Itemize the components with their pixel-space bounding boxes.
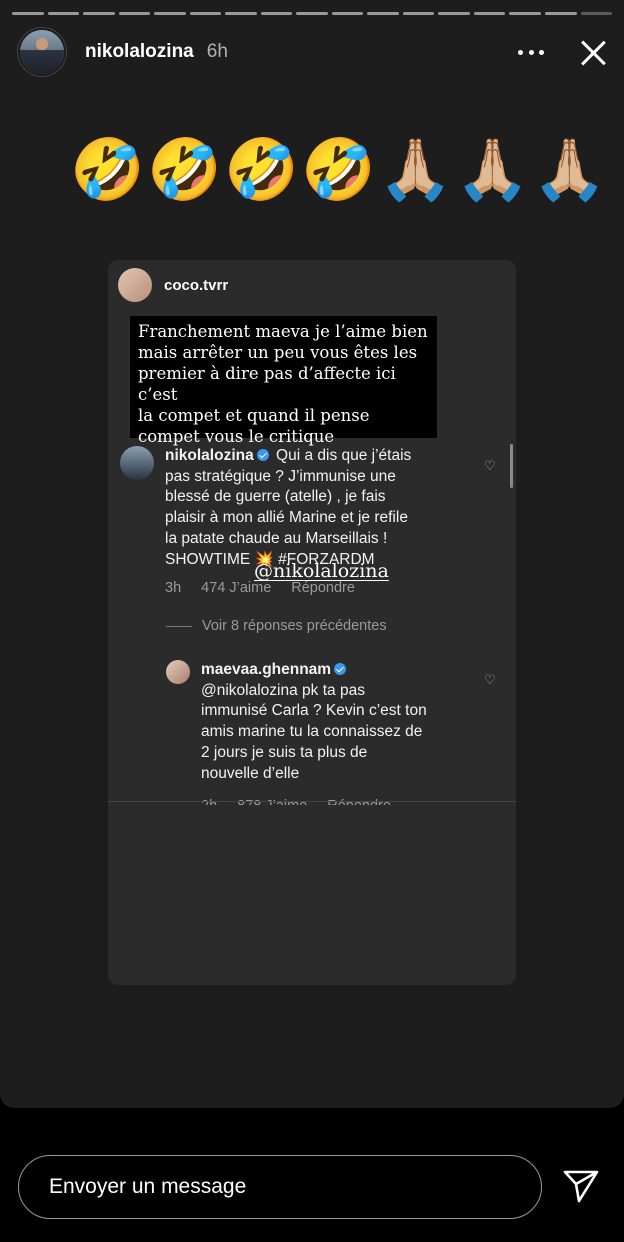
progress-segment [473,12,506,15]
send-icon[interactable] [563,1170,599,1204]
progress-segment [47,12,80,15]
comment-line: @nikolalozina pk ta pas [201,681,365,699]
progress-segment [83,12,115,15]
quote-line: mais arrêter un peu vous êtes les [138,343,418,362]
emoji-sticker-row: 🤣 🤣 🤣 🤣 🙏🏼 🙏🏼 🙏🏼 [70,136,607,203]
quote-text-block: Franchement maeva je l’aime bien mais ar… [130,316,437,446]
progress-segment [154,12,186,15]
comment-line: blessé de guerre (atelle) , je fais [165,488,386,506]
scrollbar [510,444,513,488]
progress-segment [544,12,577,15]
heart-icon: ♡ [484,672,496,687]
quote-line: la compet et quand il pense [138,406,370,425]
rofl-emoji: 🤣 [301,136,376,203]
progress-segment [580,12,613,15]
divider [108,801,516,802]
comment-line: la patate chaude au Marseillais ! [165,529,388,547]
story-frame: nikolalozina 6h 🤣 🤣 🤣 🤣 🙏🏼 🙏🏼 🙏🏼 coco.tv… [0,0,624,1108]
view-previous-replies: Voir 8 réponses précédentes [166,618,387,634]
avatar [120,446,154,480]
comment-line: 2 jours je suis ta plus de [201,743,368,761]
story-header: nikolalozina 6h [18,28,608,76]
comment-line: Qui a dis que j’étais [276,447,412,464]
progress-segment [260,12,293,15]
comment-line: amis marine tu la connaissez de [201,723,423,741]
progress-segment [438,12,470,15]
quote-line: Franchement maeva je l’aime bien [138,322,428,341]
quote-line: premier à dire pas d’affecte ici c’est [138,364,396,404]
folded-hands-emoji: 🙏🏼 [455,136,530,203]
comment-line: nouvelle d’elle [201,764,300,782]
comment-username: maevaa.ghennam [201,661,332,678]
verified-badge-icon [256,449,269,461]
shared-screenshot: coco.tvrr Franchement maeva je l’aime bi… [108,260,516,985]
rofl-emoji: 🤣 [70,136,145,203]
comment-maevaa: maevaa.ghennam @nikolalozina pk ta pas i… [166,660,498,805]
verified-badge-icon [334,663,347,675]
comment-line: plaisir à mon allié Marine et je refile [165,509,408,527]
folded-hands-emoji: 🙏🏼 [532,136,607,203]
view-replies-label: Voir 8 réponses précédentes [202,618,387,634]
avatar[interactable] [18,28,66,76]
progress-segment [509,12,541,15]
rofl-emoji: 🤣 [224,136,299,203]
story-progress-bar [12,12,613,15]
message-input[interactable]: Envoyer un message [18,1155,542,1219]
comment-line: immunisé Carla ? Kevin c’est ton [201,702,427,720]
comment-first-line: maevaa.ghennam [201,660,427,681]
progress-segment [189,12,222,15]
progress-segment [225,12,257,15]
progress-segment [367,12,399,15]
progress-segment [118,12,151,15]
screenshot-author: coco.tvrr [164,276,229,294]
story-time: 6h [206,41,228,62]
story-username[interactable]: nikolalozina [85,41,194,63]
rofl-emoji: 🤣 [147,136,222,203]
more-options-icon[interactable] [518,49,544,55]
progress-segment [331,12,364,15]
comment-body: maevaa.ghennam @nikolalozina pk ta pas i… [201,660,427,805]
heart-icon: ♡ [484,458,496,473]
quote-line: compet vous le critique [138,427,335,446]
screenshot-header: coco.tvrr [118,268,228,302]
progress-segment [402,12,435,15]
progress-segment [12,12,44,15]
progress-segment [296,12,328,15]
close-icon[interactable] [578,37,608,67]
comment-time: 3h [165,580,182,597]
avatar [166,660,190,684]
comment-first-line: nikolalozina Qui a dis que j’étais [165,446,411,467]
comment-line: pas stratégique ? J’immunise une [165,467,396,485]
mention-sticker[interactable]: @nikolalozina [254,560,389,582]
comment-username: nikolalozina [165,447,254,464]
folded-hands-emoji: 🙏🏼 [378,136,453,203]
avatar [118,268,152,302]
